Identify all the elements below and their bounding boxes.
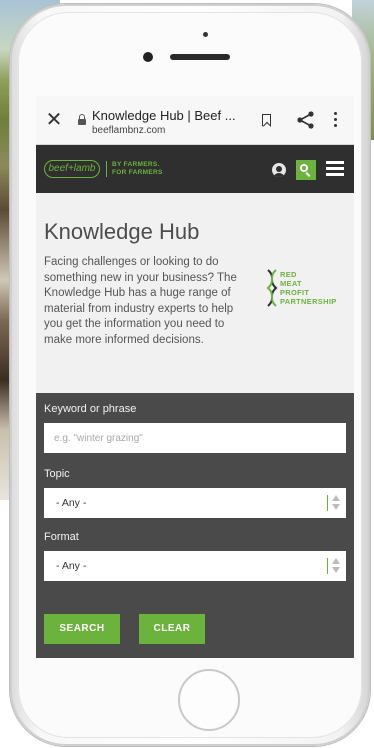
beef-lamb-logo[interactable]: beef+lamb	[44, 160, 100, 178]
logo-divider	[106, 161, 107, 177]
front-camera	[143, 52, 153, 62]
rmpp-words: RED MEAT PROFIT PARTNERSHIP	[280, 270, 337, 306]
topic-label: Topic	[44, 468, 70, 480]
clear-button[interactable]: CLEAR	[139, 614, 205, 644]
rmpp-line4: PARTNERSHIP	[280, 297, 337, 306]
search-button[interactable]: SEARCH	[44, 614, 120, 644]
hero-section: Knowledge Hub Facing challenges or looki…	[36, 193, 354, 393]
select-arrows-icon	[332, 494, 340, 512]
browser-toolbar: ✕ Knowledge Hub | Beef ... beeflambnz.co…	[36, 96, 354, 145]
phone-screen: ✕ Knowledge Hub | Beef ... beeflambnz.co…	[36, 96, 354, 658]
lock-icon	[78, 114, 86, 125]
tagline-line1: BY FARMERS.	[112, 161, 160, 168]
more-vert-icon[interactable]	[334, 112, 338, 128]
proximity-sensor	[203, 32, 208, 37]
format-selected-value: - Any -	[56, 560, 87, 572]
tagline: BY FARMERS. FOR FARMERS	[112, 161, 163, 177]
rmpp-line2: MEAT	[280, 279, 302, 288]
tagline-line2: FOR FARMERS	[112, 169, 163, 176]
format-select[interactable]: - Any -	[44, 551, 346, 581]
search-icon[interactable]	[296, 160, 316, 180]
search-form: Keyword or phrase Topic - Any - Format -…	[36, 393, 354, 658]
home-button[interactable]	[178, 669, 240, 731]
select-arrows-icon	[332, 557, 340, 575]
dna-helix-icon	[266, 269, 278, 307]
select-divider	[327, 495, 328, 511]
rmpp-logo[interactable]: RED MEAT PROFIT PARTNERSHIP	[266, 267, 350, 311]
topic-select[interactable]: - Any -	[44, 488, 346, 518]
topic-selected-value: - Any -	[56, 497, 87, 509]
rmpp-line3: PROFIT	[280, 288, 310, 297]
page-url[interactable]: beeflambnz.com	[92, 125, 165, 136]
earpiece-speaker	[170, 54, 230, 60]
rmpp-line1: RED	[280, 270, 297, 279]
page-heading: Knowledge Hub	[44, 219, 200, 244]
select-divider	[327, 558, 328, 574]
menu-icon[interactable]	[326, 161, 344, 177]
share-icon[interactable]	[296, 110, 316, 130]
close-icon[interactable]: ✕	[44, 110, 64, 130]
format-label: Format	[44, 531, 79, 543]
page-title: Knowledge Hub | Beef ...	[92, 108, 236, 123]
site-header: beef+lamb BY FARMERS. FOR FARMERS	[36, 145, 354, 193]
keyword-input[interactable]	[44, 423, 346, 453]
keyword-label: Keyword or phrase	[44, 403, 137, 415]
hero-description: Facing challenges or looking to do somet…	[44, 256, 237, 346]
user-icon[interactable]	[272, 163, 286, 177]
bookmark-icon[interactable]	[262, 114, 271, 126]
